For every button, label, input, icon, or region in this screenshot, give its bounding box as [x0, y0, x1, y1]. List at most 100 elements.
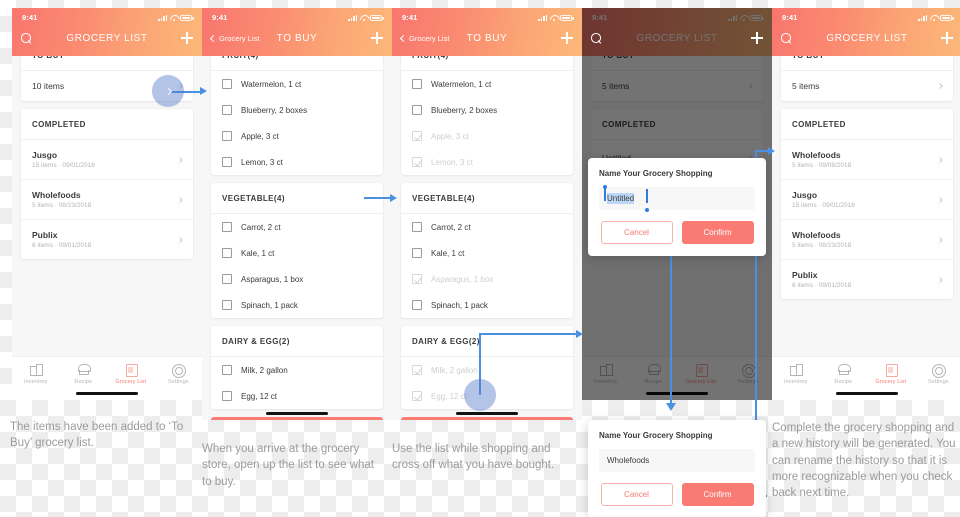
tab-recipe[interactable]: Recipe — [820, 363, 868, 385]
checkbox[interactable] — [412, 248, 422, 258]
check-item[interactable]: Asparagus, 1 box — [401, 266, 573, 292]
checkbox[interactable] — [222, 222, 232, 232]
wifi-icon — [930, 15, 938, 21]
checkbox[interactable] — [222, 248, 232, 258]
name-input[interactable]: Wholefoods — [599, 449, 755, 472]
add-icon[interactable] — [941, 32, 953, 44]
checkbox[interactable] — [412, 157, 422, 167]
status-bar: 9:41 — [202, 8, 392, 22]
tab-recipe[interactable]: Recipe — [60, 363, 108, 385]
inventory-icon — [29, 363, 44, 376]
check-item[interactable]: Spinach, 1 pack — [211, 292, 383, 318]
list-item[interactable]: Publix 8 items · 09/01/2018 — [21, 220, 193, 259]
to-buy-row[interactable]: 5 items — [781, 71, 953, 101]
checkbox[interactable] — [412, 222, 422, 232]
add-icon[interactable] — [561, 32, 573, 44]
arrow-head-4-bottom-modal — [666, 403, 676, 411]
cancel-button[interactable]: Cancel — [600, 221, 673, 244]
check-item[interactable]: Lemon, 3 ct — [401, 149, 573, 175]
check-item[interactable]: Kale, 1 ct — [401, 240, 573, 266]
check-item[interactable]: Kale, 1 ct — [211, 240, 383, 266]
check-item[interactable]: Blueberry, 2 boxes — [401, 97, 573, 123]
tab-inventory[interactable]: Inventory — [12, 363, 60, 385]
check-item[interactable]: Blueberry, 2 boxes — [211, 97, 383, 123]
selection-line-end — [646, 189, 648, 203]
add-icon[interactable] — [371, 32, 383, 44]
checkbox[interactable] — [222, 157, 232, 167]
section-header: VEGETABLE(4) — [401, 183, 573, 214]
checkbox[interactable] — [412, 391, 422, 401]
completed-card: COMPLETED Jusgo 15 items · 09/01/2018 Wh… — [21, 109, 193, 259]
tab-grocery-list[interactable]: Grocery List — [107, 363, 155, 385]
checkbox[interactable] — [222, 79, 232, 89]
list-item[interactable]: Wholefoods 5 items · 09/08/2018 — [781, 140, 953, 180]
wifi-icon — [360, 15, 368, 21]
history-meta: 5 items · 09/08/2018 — [792, 162, 852, 169]
checkbox[interactable] — [412, 79, 422, 89]
back-button[interactable]: Grocery List — [399, 34, 449, 43]
arrow-head-2-3 — [390, 193, 397, 202]
page-title: GROCERY LIST — [826, 32, 908, 44]
check-item[interactable]: Lemon, 3 ct — [211, 149, 383, 175]
checkbox[interactable] — [222, 274, 232, 284]
to-buy-count: 10 items — [32, 81, 65, 91]
home-indicator — [266, 412, 328, 415]
back-button[interactable]: Grocery List — [209, 34, 259, 43]
list-item[interactable]: Publix 8 items · 09/01/2018 — [781, 260, 953, 299]
history-meta: 8 items · 09/01/2018 — [32, 242, 92, 249]
search-icon[interactable] — [591, 33, 601, 43]
confirm-button[interactable]: Confirm — [681, 221, 754, 244]
cancel-button[interactable]: Cancel — [600, 483, 673, 506]
checkbox[interactable] — [412, 300, 422, 310]
complete-shopping-button[interactable]: Complete Shopping — [211, 417, 383, 420]
list-item[interactable]: Wholefoods 5 items · 08/23/2018 — [781, 220, 953, 260]
chef-hat-icon — [837, 363, 851, 376]
list-item[interactable]: Jusgo 15 items · 09/01/2018 — [781, 180, 953, 220]
confirm-button[interactable]: Confirm — [681, 483, 754, 506]
check-item[interactable]: Spinach, 1 pack — [401, 292, 573, 318]
rename-dialog: Name Your Grocery Shopping Untitled Canc… — [588, 158, 766, 256]
check-item[interactable]: Egg, 12 ct — [211, 383, 383, 409]
check-item[interactable]: Apple, 3 ct — [211, 123, 383, 149]
chevron-right-icon — [937, 276, 943, 283]
check-item[interactable]: Apple, 3 ct — [401, 123, 573, 149]
check-item[interactable]: Carrot, 2 ct — [401, 214, 573, 240]
history-name: Jusgo — [32, 150, 58, 160]
checkbox[interactable] — [412, 131, 422, 141]
checkbox[interactable] — [222, 300, 232, 310]
check-item[interactable]: Asparagus, 1 box — [211, 266, 383, 292]
checkbox[interactable] — [412, 105, 422, 115]
name-input[interactable]: Untitled — [599, 185, 755, 212]
tab-inventory[interactable]: Inventory — [772, 363, 820, 385]
selection-handle-end[interactable] — [645, 208, 649, 212]
tab-settings[interactable]: Settings — [915, 363, 960, 385]
tab-settings[interactable]: Settings — [155, 363, 203, 385]
checkbox[interactable] — [222, 365, 232, 375]
add-icon[interactable] — [751, 32, 763, 44]
checkbox[interactable] — [222, 391, 232, 401]
check-item[interactable]: Milk, 2 gallon — [401, 357, 573, 383]
list-item[interactable]: Jusgo 15 items · 09/01/2018 — [21, 140, 193, 180]
history-meta: 8 items · 09/01/2018 — [792, 282, 852, 289]
checkbox[interactable] — [222, 131, 232, 141]
to-buy-count: 5 items — [792, 81, 820, 91]
search-icon[interactable] — [781, 33, 791, 43]
complete-shopping-button[interactable]: Complete Shopping — [401, 417, 573, 420]
checkbox[interactable] — [412, 274, 422, 284]
search-icon[interactable] — [21, 33, 31, 43]
gear-icon — [932, 363, 947, 378]
check-item[interactable]: Milk, 2 gallon — [211, 357, 383, 383]
check-item[interactable]: Carrot, 2 ct — [211, 214, 383, 240]
checkbox[interactable] — [412, 365, 422, 375]
cellular-signal-icon — [348, 14, 357, 21]
add-icon[interactable] — [181, 32, 193, 44]
connector-4-bottom-modal — [670, 248, 672, 405]
check-item[interactable]: Watermelon, 1 ct — [211, 71, 383, 97]
checkbox[interactable] — [222, 105, 232, 115]
list-item[interactable]: Wholefoods 5 items · 08/23/2018 — [21, 180, 193, 220]
history-name: Wholefoods — [32, 190, 81, 200]
history-name: Wholefoods — [792, 230, 841, 240]
tab-grocery-list[interactable]: Grocery List — [867, 363, 915, 385]
completed-header: COMPLETED — [21, 109, 193, 140]
check-item[interactable]: Watermelon, 1 ct — [401, 71, 573, 97]
